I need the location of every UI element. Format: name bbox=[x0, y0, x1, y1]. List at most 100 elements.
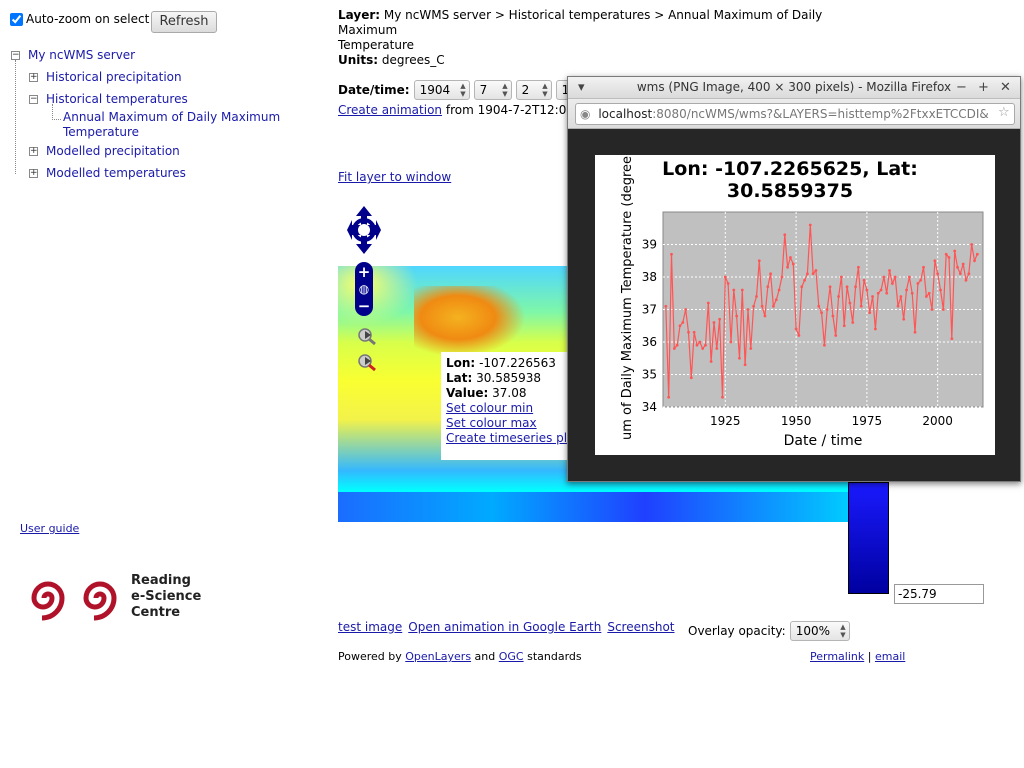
data-point bbox=[687, 330, 690, 334]
data-point bbox=[667, 395, 671, 399]
fit-layer-link[interactable]: Fit layer to window bbox=[338, 170, 451, 184]
zoom-in-icon[interactable]: + bbox=[355, 264, 373, 280]
set-colour-max-link[interactable]: Set colour max bbox=[446, 416, 562, 431]
window-titlebar[interactable]: ▾ wms (PNG Image, 400 × 300 pixels) - Mo… bbox=[568, 77, 1020, 99]
tree-item-historical-temperatures[interactable]: Historical temperatures bbox=[46, 92, 188, 106]
close-icon[interactable]: ✕ bbox=[1000, 77, 1011, 98]
data-point bbox=[902, 317, 906, 321]
tree-item-historical-precipitation[interactable]: Historical precipitation bbox=[46, 70, 182, 84]
x-tick-label: 1975 bbox=[852, 414, 883, 428]
data-point bbox=[859, 304, 863, 308]
data-point bbox=[718, 317, 722, 321]
tree-root-server[interactable]: My ncWMS server bbox=[28, 48, 135, 62]
tree-item-annual-max-daily-max-temp[interactable]: Annual Maximum of Daily Maximum Temperat… bbox=[63, 110, 280, 140]
data-point bbox=[817, 304, 821, 308]
data-point bbox=[939, 288, 942, 292]
data-point bbox=[837, 295, 840, 298]
data-point bbox=[740, 288, 744, 292]
scale-min-input[interactable]: -25.79 bbox=[894, 584, 984, 604]
tree-item-modelled-temperatures[interactable]: Modelled temperatures bbox=[46, 166, 186, 180]
user-guide-link[interactable]: User guide bbox=[20, 522, 79, 535]
bookmark-star-icon[interactable]: ☆ bbox=[998, 105, 1010, 120]
email-link[interactable]: email bbox=[875, 650, 905, 663]
expand-icon[interactable]: + bbox=[29, 169, 38, 178]
url-field[interactable]: ◉ localhost:8080/ncWMS/wms?&LAYERS=histt… bbox=[575, 103, 1015, 125]
data-point bbox=[763, 314, 767, 318]
data-point bbox=[820, 311, 823, 315]
feature-info-popup: Lon: -107.226563 Lat: 30.585938 Value: 3… bbox=[441, 352, 579, 460]
data-point bbox=[755, 295, 758, 298]
data-point bbox=[924, 295, 928, 298]
day-select[interactable]: 2 ▲ ▼ bbox=[515, 80, 552, 100]
collapse-icon[interactable]: − bbox=[29, 95, 38, 104]
create-timeseries-link[interactable]: Create timeseries plot bbox=[446, 431, 579, 446]
data-point bbox=[910, 291, 914, 295]
test-image-link[interactable]: test image bbox=[338, 620, 402, 634]
autozoom-label: Auto-zoom on select bbox=[26, 12, 150, 26]
openlayers-link[interactable]: OpenLayers bbox=[405, 650, 471, 663]
data-point bbox=[806, 272, 809, 276]
data-point bbox=[794, 327, 798, 331]
collapse-icon[interactable]: − bbox=[11, 51, 20, 60]
data-point bbox=[743, 363, 747, 367]
refresh-button[interactable]: Refresh bbox=[151, 11, 217, 33]
year-select[interactable]: 1904 ▲ ▼ bbox=[413, 80, 470, 100]
data-point bbox=[752, 304, 756, 308]
data-point bbox=[814, 269, 818, 272]
data-point bbox=[854, 285, 857, 289]
y-tick-label: 34 bbox=[642, 400, 657, 414]
ogc-link[interactable]: OGC bbox=[499, 650, 524, 663]
zoom-next-icon[interactable] bbox=[356, 352, 380, 372]
data-point bbox=[692, 330, 696, 334]
maximize-icon[interactable]: + bbox=[978, 77, 989, 98]
data-point bbox=[664, 304, 668, 308]
opacity-select[interactable]: 100% ▲ ▼ bbox=[789, 621, 850, 641]
data-point bbox=[786, 265, 790, 269]
data-point bbox=[670, 252, 673, 256]
data-point bbox=[975, 252, 979, 256]
data-point bbox=[970, 243, 974, 246]
set-colour-min-link[interactable]: Set colour min bbox=[446, 401, 562, 416]
zoom-previous-icon[interactable] bbox=[356, 326, 380, 346]
data-point bbox=[732, 288, 736, 292]
data-point bbox=[698, 340, 702, 344]
data-point bbox=[689, 376, 693, 380]
tree-item-modelled-precipitation[interactable]: Modelled precipitation bbox=[46, 144, 180, 158]
minimize-icon[interactable]: − bbox=[956, 77, 967, 98]
chart-title-line2: 30.5859375 bbox=[727, 180, 853, 202]
google-earth-link[interactable]: Open animation in Google Earth bbox=[408, 620, 601, 634]
data-point bbox=[840, 275, 843, 279]
pan-control-icon[interactable] bbox=[346, 205, 382, 255]
data-point bbox=[922, 265, 925, 269]
data-point bbox=[885, 291, 889, 295]
tree-connector bbox=[15, 60, 16, 174]
zoom-out-icon[interactable]: − bbox=[355, 298, 373, 314]
tree-connector bbox=[52, 104, 53, 120]
data-point bbox=[757, 259, 761, 263]
expand-icon[interactable]: + bbox=[29, 147, 38, 156]
data-point bbox=[800, 285, 804, 289]
data-point bbox=[862, 278, 866, 282]
globe-icon[interactable]: ◍ bbox=[355, 281, 373, 297]
data-point bbox=[919, 278, 923, 282]
permalink-link[interactable]: Permalink bbox=[810, 650, 864, 663]
data-point bbox=[834, 334, 838, 337]
data-point bbox=[772, 304, 775, 308]
window-menu-icon[interactable]: ▾ bbox=[578, 77, 585, 98]
month-select[interactable]: 7 ▲ ▼ bbox=[473, 80, 512, 100]
data-point bbox=[808, 223, 812, 227]
autozoom-checkbox[interactable] bbox=[10, 12, 23, 26]
data-point bbox=[769, 272, 773, 276]
data-point bbox=[789, 256, 792, 259]
data-point bbox=[774, 298, 778, 302]
data-point bbox=[879, 288, 883, 292]
data-point bbox=[678, 324, 682, 328]
expand-icon[interactable]: + bbox=[29, 73, 38, 82]
bottom-links: test image Open animation in Google Eart… bbox=[338, 620, 675, 634]
map-heat-area bbox=[338, 492, 850, 522]
y-tick-label: 38 bbox=[642, 270, 657, 284]
y-axis-label: um of Daily Maximum Temperature (degree bbox=[620, 156, 635, 440]
create-animation-link[interactable]: Create animation bbox=[338, 103, 442, 117]
map-heat-area bbox=[338, 266, 418, 326]
screenshot-link[interactable]: Screenshot bbox=[607, 620, 674, 634]
